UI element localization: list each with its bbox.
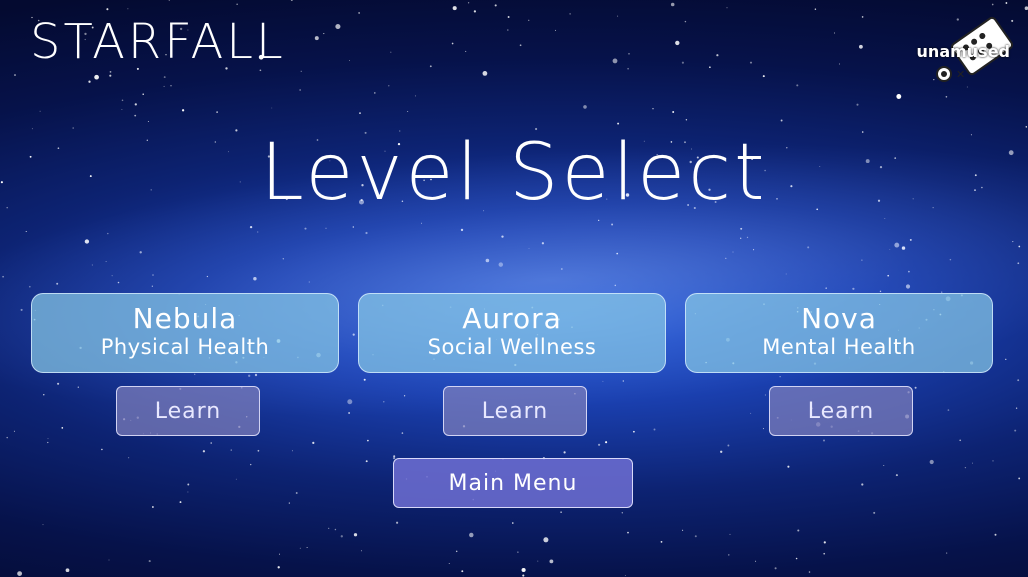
studio-name: unamused <box>916 42 1010 61</box>
main-menu-button[interactable]: Main Menu <box>393 458 633 508</box>
learn-button-aurora[interactable]: Learn <box>443 386 587 436</box>
level-category: Mental Health <box>762 335 916 359</box>
level-name: Nebula <box>132 302 238 335</box>
level-card-nebula[interactable]: Nebula Physical Health <box>31 293 339 373</box>
svg-text:✕: ✕ <box>956 68 965 81</box>
game-logo: STARFALL <box>30 14 286 70</box>
level-card-aurora[interactable]: Aurora Social Wellness <box>358 293 666 373</box>
level-category: Social Wellness <box>427 335 597 359</box>
level-name: Nova <box>801 302 877 335</box>
learn-button-nova[interactable]: Learn <box>769 386 913 436</box>
level-card-nova[interactable]: Nova Mental Health <box>685 293 993 373</box>
level-name: Aurora <box>462 302 562 335</box>
page-title: Level Select <box>260 128 768 218</box>
level-category: Physical Health <box>100 335 270 359</box>
learn-button-nebula[interactable]: Learn <box>116 386 260 436</box>
